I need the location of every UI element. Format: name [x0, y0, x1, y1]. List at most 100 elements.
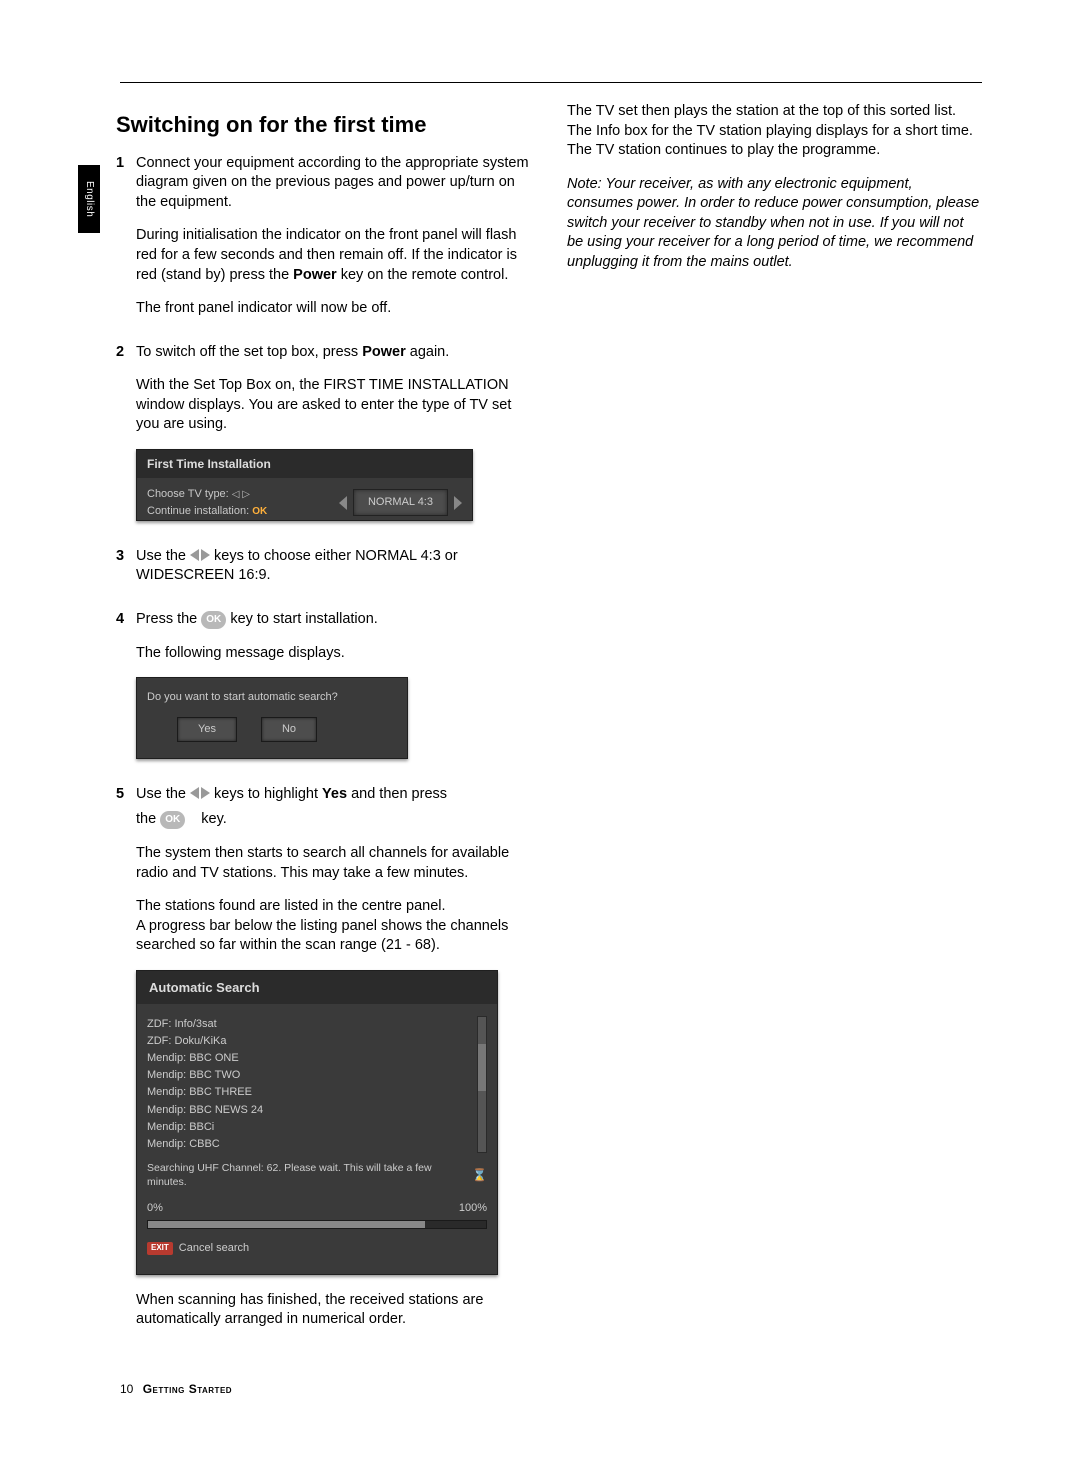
list-item: Mendip: BBC ONE: [147, 1050, 471, 1067]
arrow-left-icon: [190, 549, 199, 561]
footer-section: Getting Started: [143, 1382, 232, 1396]
prompt-text: Do you want to start automatic search?: [147, 690, 397, 705]
para: The system then starts to search all cha…: [136, 844, 531, 883]
progress-labels: 0% 100%: [137, 1193, 497, 1218]
para: The TV set then plays the station at the…: [567, 102, 982, 161]
exit-badge-icon[interactable]: EXIT: [147, 1242, 173, 1255]
ok-button-icon: OK: [160, 811, 185, 829]
automatic-search-panel: Automatic Search ZDF: Info/3sat ZDF: Dok…: [136, 970, 498, 1275]
arrow-right-icon: [201, 549, 210, 561]
cancel-label: Cancel search: [179, 1241, 249, 1256]
step-3: 3 Use the keys to choose either NORMAL 4…: [116, 547, 531, 600]
step-5: 5 Use the keys to highlight Yes and then…: [116, 785, 531, 1344]
para: the OK key.: [136, 810, 531, 830]
scrollbar[interactable]: [477, 1016, 487, 1152]
step-body: To switch off the set top box, press Pow…: [136, 343, 531, 537]
list-item: ZDF: Doku/KiKa: [147, 1033, 471, 1050]
step-2: 2 To switch off the set top box, press P…: [116, 343, 531, 537]
para: Press the OK key to start installation.: [136, 610, 531, 630]
step-body: Use the keys to highlight Yes and then p…: [136, 785, 531, 1344]
step-num: 3: [116, 547, 136, 600]
status-text: Searching UHF Channel: 62. Please wait. …: [147, 1161, 466, 1189]
search-results-list: ZDF: Info/3sat ZDF: Doku/KiKa Mendip: BB…: [147, 1016, 471, 1152]
bold-power: Power: [293, 267, 337, 283]
progress-100: 100%: [459, 1201, 487, 1216]
right-column: The TV set then plays the station at the…: [567, 102, 982, 1354]
para: During initialisation the indicator on t…: [136, 226, 531, 285]
arrow-right-icon[interactable]: [454, 496, 462, 510]
fti-label: Choose TV type:: [147, 488, 229, 500]
page-number: 10: [120, 1382, 133, 1396]
para: Use the keys to choose either NORMAL 4:3…: [136, 547, 531, 586]
section-title: Switching on for the first time: [116, 110, 531, 140]
para: Use the keys to highlight Yes and then p…: [136, 785, 531, 805]
para: The following message displays.: [136, 644, 531, 664]
ok-button-icon: OK: [201, 611, 226, 629]
step-num: 5: [116, 785, 136, 1344]
list-item: Mendip: BBC NEWS 24: [147, 1102, 471, 1119]
para: When scanning has finished, the received…: [136, 1291, 531, 1330]
list-item: Mendip: BBC THREE: [147, 1084, 471, 1101]
panel-body: Do you want to start automatic search? Y…: [137, 678, 407, 758]
progress-bar: [147, 1220, 487, 1229]
arrow-left-icon: [190, 787, 199, 799]
cancel-row: EXIT Cancel search: [137, 1241, 497, 1274]
page-footer: 10 Getting Started: [120, 1381, 232, 1397]
text: Press the: [136, 611, 201, 627]
top-rule: [120, 82, 982, 83]
step-num: 2: [116, 343, 136, 537]
text: again.: [406, 344, 450, 360]
bold-yes: Yes: [322, 786, 347, 802]
text: Use the: [136, 548, 190, 564]
fti-left: Choose TV type: ◁ ▷ Continue installatio…: [147, 486, 339, 519]
para: Connect your equipment according to the …: [136, 154, 531, 213]
panel-title: Automatic Search: [137, 971, 497, 1005]
step-4: 4 Press the OK key to start installation…: [116, 610, 531, 775]
left-right-icon: ◁ ▷: [232, 489, 250, 500]
no-button[interactable]: No: [261, 717, 317, 742]
arrow-right-icon: [201, 787, 210, 799]
search-status: Searching UHF Channel: 62. Please wait. …: [137, 1153, 497, 1193]
ok-label-icon: OK: [252, 506, 267, 517]
panel-body: Choose TV type: ◁ ▷ Continue installatio…: [137, 478, 472, 529]
progress-0: 0%: [147, 1201, 163, 1216]
tv-type-value: NORMAL 4:3: [353, 489, 448, 516]
para: The stations found are listed in the cen…: [136, 897, 531, 956]
first-time-installation-panel: First Time Installation Choose TV type: …: [136, 449, 473, 521]
list-item: Mendip: CBBC: [147, 1136, 471, 1153]
left-column: Switching on for the first time 1 Connec…: [116, 102, 531, 1354]
language-tab: English: [78, 165, 100, 233]
tv-type-selector[interactable]: NORMAL 4:3: [339, 489, 462, 516]
text: key to start installation.: [230, 611, 378, 627]
list-item: Mendip: BBC TWO: [147, 1067, 471, 1084]
text: key.: [197, 811, 227, 827]
scrollbar-thumb[interactable]: [478, 1044, 486, 1091]
page: English Switching on for the first time …: [0, 0, 1080, 1477]
para: The front panel indicator will now be of…: [136, 299, 531, 319]
text: To switch off the set top box, press: [136, 344, 362, 360]
progress-fill: [148, 1221, 425, 1228]
note-paragraph: Note: Your receiver, as with any electro…: [567, 175, 982, 273]
list-item: Mendip: BBCi: [147, 1119, 471, 1136]
text: key on the remote control.: [337, 267, 509, 283]
prompt-buttons: Yes No: [147, 717, 397, 742]
para: With the Set Top Box on, the FIRST TIME …: [136, 376, 531, 435]
step-body: Press the OK key to start installation. …: [136, 610, 531, 775]
text: keys to highlight: [214, 786, 322, 802]
arrow-left-icon[interactable]: [339, 496, 347, 510]
step-num: 1: [116, 154, 136, 333]
columns: Switching on for the first time 1 Connec…: [98, 102, 982, 1354]
text: and then press: [347, 786, 447, 802]
fti-label: Continue installation:: [147, 505, 249, 517]
para: To switch off the set top box, press Pow…: [136, 343, 531, 363]
step-num: 4: [116, 610, 136, 775]
bold-power: Power: [362, 344, 406, 360]
step-1: 1 Connect your equipment according to th…: [116, 154, 531, 333]
hourglass-icon: ⌛: [472, 1167, 487, 1183]
yes-button[interactable]: Yes: [177, 717, 237, 742]
step-body: Connect your equipment according to the …: [136, 154, 531, 333]
text: the: [136, 811, 160, 827]
text: Use the: [136, 786, 190, 802]
step-body: Use the keys to choose either NORMAL 4:3…: [136, 547, 531, 600]
auto-search-prompt-panel: Do you want to start automatic search? Y…: [136, 677, 408, 759]
